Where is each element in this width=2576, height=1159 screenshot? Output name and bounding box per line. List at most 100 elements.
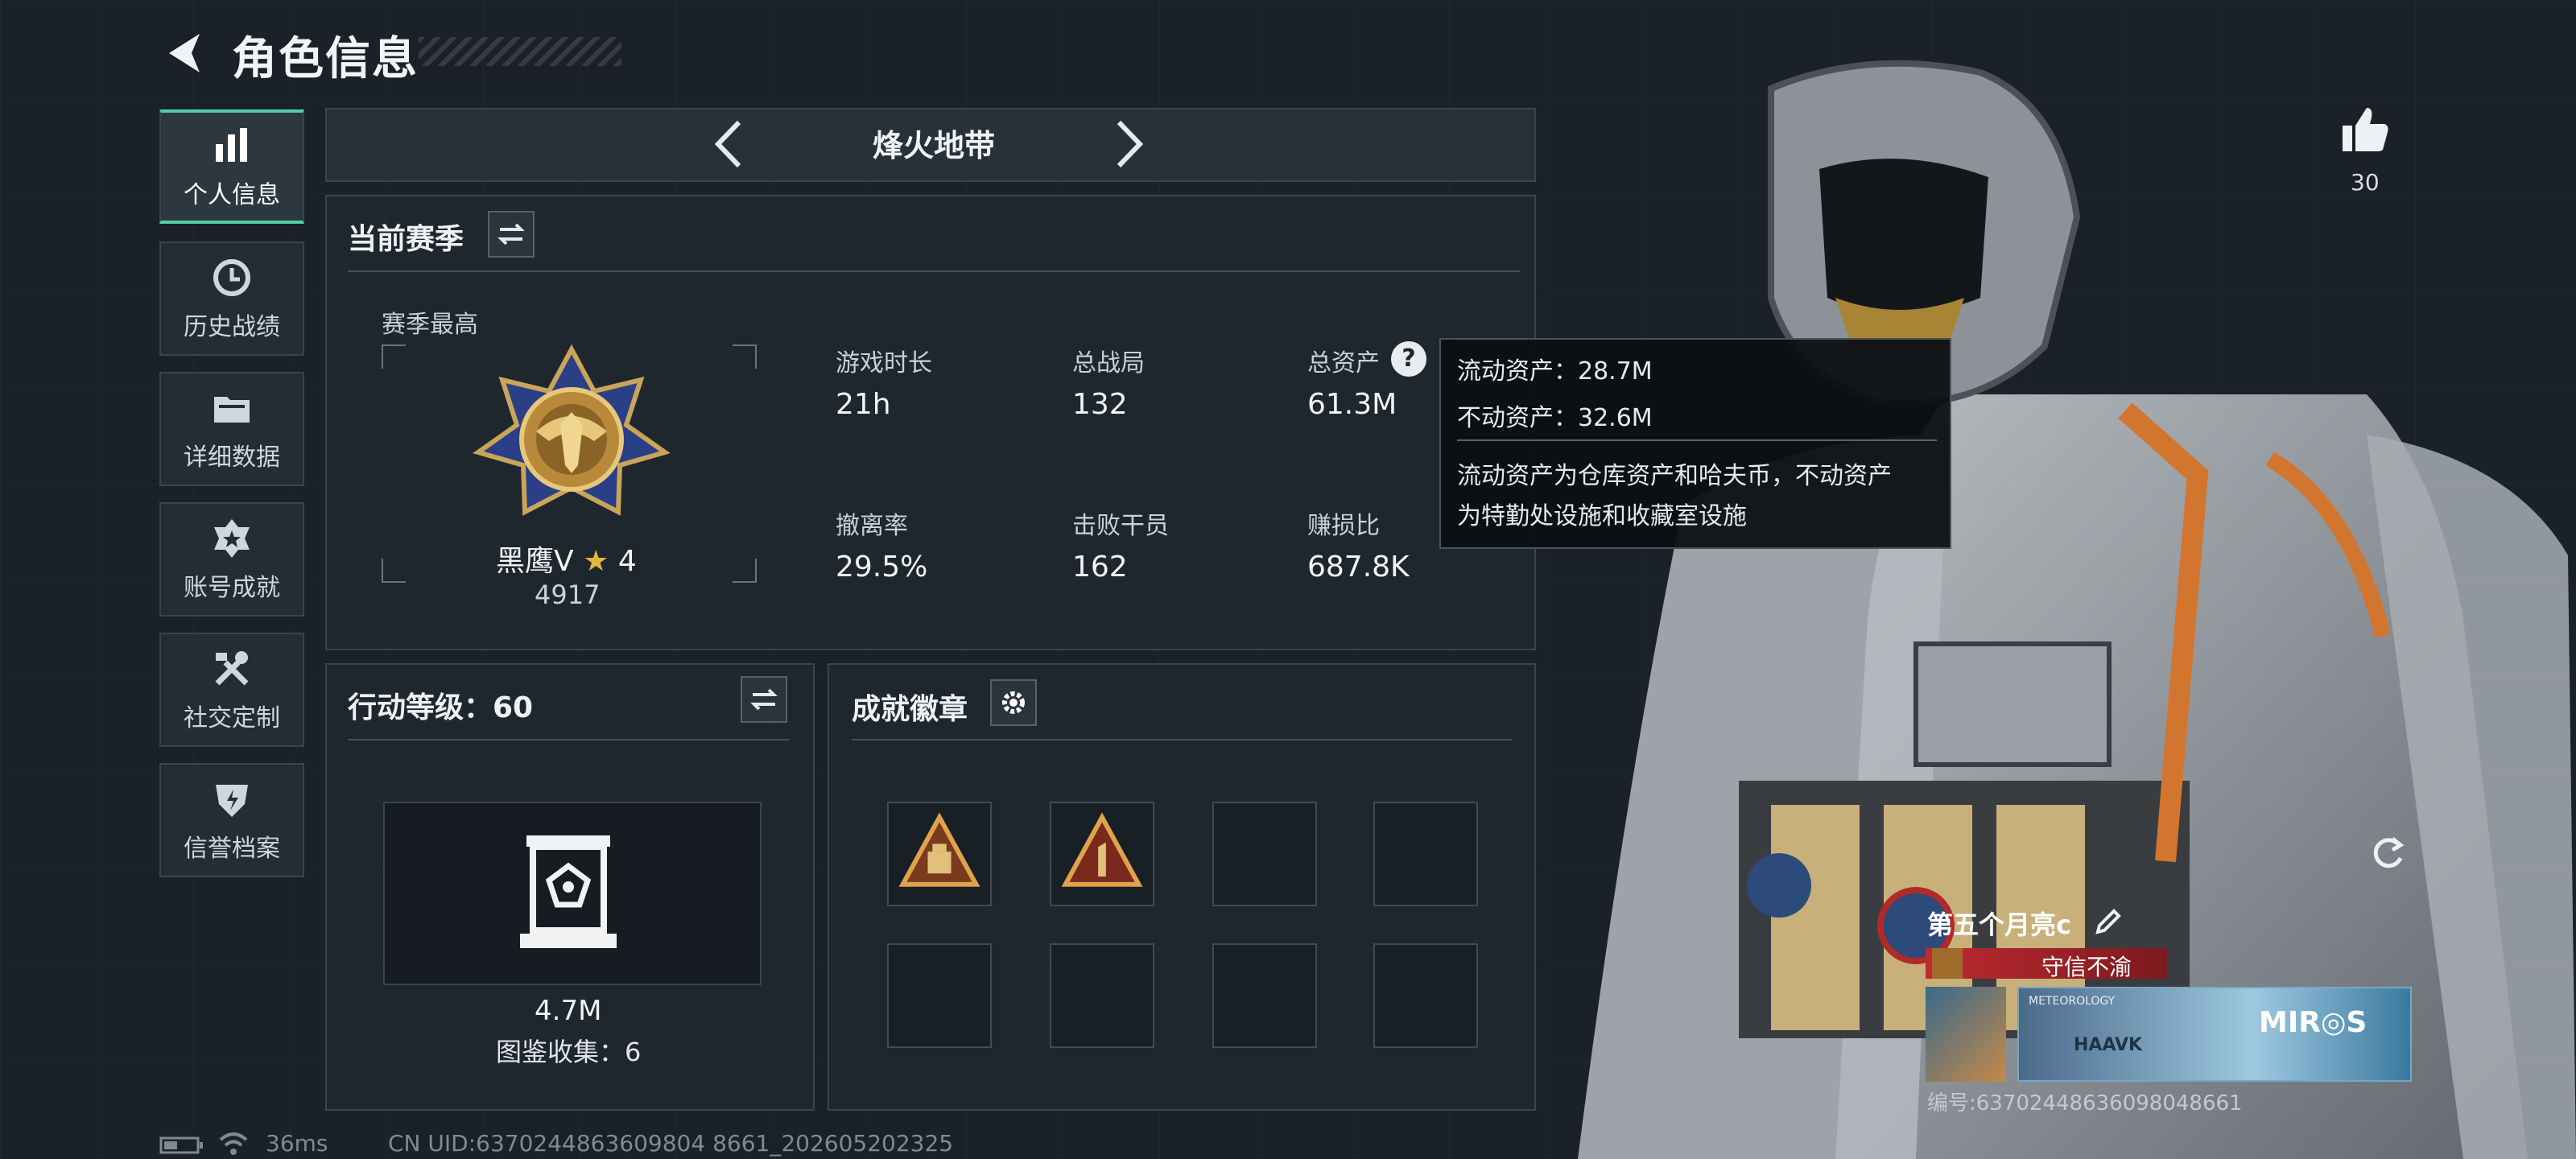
- tooltip-fixed-assets: 不动资产：32.6M: [1457, 404, 1653, 432]
- reputation-emblem-icon: [1932, 948, 1963, 979]
- season-switch-button[interactable]: [488, 211, 535, 258]
- history-clock-icon: [213, 259, 250, 296]
- stat-label-playtime: 游戏时长: [836, 349, 932, 377]
- badge-slot[interactable]: [887, 802, 992, 906]
- badge-warehouse-icon: [898, 812, 980, 887]
- chevron-right-icon: [1117, 120, 1144, 168]
- badge-slot-empty[interactable]: [1373, 802, 1478, 906]
- action-level-switch-button[interactable]: [741, 676, 787, 723]
- mode-name: 烽火地带: [872, 128, 995, 163]
- action-level-divider: [348, 739, 789, 740]
- stat-value-kills: 162: [1072, 551, 1128, 584]
- achievement-star-icon: [214, 519, 250, 558]
- sidebar-item-label: 详细数据: [184, 443, 280, 472]
- stat-value-profit-ratio: 687.8K: [1307, 551, 1410, 584]
- sidebar-item-social[interactable]: 社交定制: [159, 633, 304, 747]
- sidebar-item-history[interactable]: 历史战绩: [159, 241, 304, 356]
- prev-mode-button[interactable]: [708, 118, 747, 171]
- refresh-icon: [2373, 837, 2405, 868]
- badge-slot-empty[interactable]: [887, 943, 992, 1048]
- badge-slot-empty[interactable]: [1212, 802, 1317, 906]
- action-level-title: 行动等级：60: [348, 691, 534, 724]
- achievements-divider: [852, 739, 1512, 740]
- player-name: 第五个月亮c: [1927, 909, 2071, 940]
- season-divider: [348, 270, 1520, 272]
- collection-count: 图鉴收集：6: [496, 1037, 642, 1067]
- sidebar-item-reputation[interactable]: 信誉档案: [159, 763, 304, 877]
- season-title: 当前赛季: [348, 223, 464, 256]
- frame-corner: [733, 344, 757, 369]
- reputation-shield-icon: [216, 785, 248, 817]
- thumbs-up-icon: [2343, 108, 2388, 151]
- badge-slot-empty[interactable]: [1050, 943, 1154, 1048]
- folder-icon: [214, 397, 250, 423]
- player-avatar[interactable]: [1926, 987, 2006, 1082]
- collection-value: 4.7M: [535, 995, 602, 1027]
- badge-slot-empty[interactable]: [1373, 943, 1478, 1048]
- next-mode-button[interactable]: [1111, 118, 1150, 171]
- frame-corner: [382, 344, 406, 369]
- frame-corner: [733, 559, 757, 583]
- rank-name-text: 黑鹰V: [496, 545, 574, 578]
- rank-name: 黑鹰V ★ 4: [496, 538, 637, 580]
- tooltip-description-2: 为特勤处设施和收藏室设施: [1457, 502, 1747, 530]
- sidebar-item-label: 账号成就: [184, 574, 280, 602]
- page-title: 角色信息: [232, 33, 419, 85]
- namecard-brand-text: MIR◎S: [2259, 1006, 2368, 1039]
- sidebar-item-achievements[interactable]: 账号成就: [159, 502, 304, 617]
- namecard-small-text: METEOROLOGY: [2029, 995, 2116, 1008]
- gear-icon: [1002, 691, 1025, 714]
- stat-label-assets: 总资产: [1307, 349, 1380, 377]
- assets-help-icon[interactable]: ?: [1391, 341, 1426, 377]
- battery-icon: [159, 1135, 204, 1159]
- achievements-title: 成就徽章: [852, 693, 968, 726]
- rank-score: 4917: [535, 580, 601, 610]
- badge-first-place-icon: [1061, 812, 1143, 887]
- namecard-sub-text: HAAVK: [2074, 1035, 2143, 1055]
- like-button[interactable]: [2339, 103, 2391, 158]
- stat-label-kills: 击败干员: [1072, 512, 1169, 540]
- stat-value-matches: 132: [1072, 388, 1128, 421]
- stat-label-extract-rate: 撤离率: [836, 512, 908, 540]
- badge-slot-empty[interactable]: [1212, 943, 1317, 1048]
- pencil-icon: [2095, 909, 2121, 934]
- sidebar-item-label: 社交定制: [184, 704, 280, 732]
- rank-emblem-icon: [473, 344, 671, 516]
- sidebar-item-label: 历史战绩: [184, 313, 280, 341]
- player-id: 编号:637024486360980486​61: [1927, 1091, 2243, 1116]
- title-decoration: [419, 37, 621, 66]
- sidebar-item-detail-data[interactable]: 详细数据: [159, 372, 304, 486]
- rank-stars: 4: [617, 545, 637, 578]
- sidebar-item-label: 信誉档案: [184, 835, 280, 863]
- reputation-title: 守信不渝: [2041, 954, 2132, 980]
- ping-text: 36ms: [266, 1130, 328, 1157]
- achievements-settings-button[interactable]: [990, 679, 1037, 726]
- sidebar-item-label: 个人信息: [184, 181, 280, 209]
- collection-case-icon: [520, 835, 617, 948]
- assets-tooltip: 流动资产：28.7M 不动资产：32.6M 流动资产为仓库资产和哈夫币，不动资产…: [1439, 338, 1951, 549]
- stat-label-profit-ratio: 赚损比: [1307, 512, 1380, 540]
- tooltip-divider: [1457, 439, 1937, 441]
- badge-slot[interactable]: [1050, 802, 1154, 906]
- rank-star-icon: ★: [583, 545, 609, 578]
- swap-icon: [497, 223, 525, 245]
- sidebar-item-personal-info[interactable]: 个人信息: [159, 109, 304, 224]
- stat-value-extract-rate: 29.5%: [836, 551, 928, 584]
- back-arrow-icon: [169, 34, 200, 72]
- uid-text: CN UID:6370244863609804 8661_20260520232…: [388, 1130, 954, 1157]
- season-best-label: 赛季最高: [382, 311, 478, 339]
- tooltip-liquid-assets: 流动资产：28.7M: [1457, 357, 1653, 386]
- chevron-left-icon: [714, 120, 741, 168]
- like-count: 30: [2351, 169, 2380, 196]
- stat-value-playtime: 21h: [836, 388, 891, 421]
- frame-corner: [382, 559, 406, 583]
- tools-icon: [215, 651, 249, 686]
- stat-value-assets: 61.3M: [1307, 388, 1397, 421]
- stat-label-matches: 总战局: [1072, 349, 1145, 377]
- rotate-button[interactable]: [2368, 834, 2407, 876]
- back-button[interactable]: [158, 27, 209, 79]
- bar-chart-icon: [216, 128, 247, 162]
- swap-icon: [750, 688, 778, 711]
- tooltip-description-1: 流动资产为仓库资产和哈夫币，不动资产: [1457, 462, 1892, 490]
- edit-name-button[interactable]: [2091, 906, 2124, 942]
